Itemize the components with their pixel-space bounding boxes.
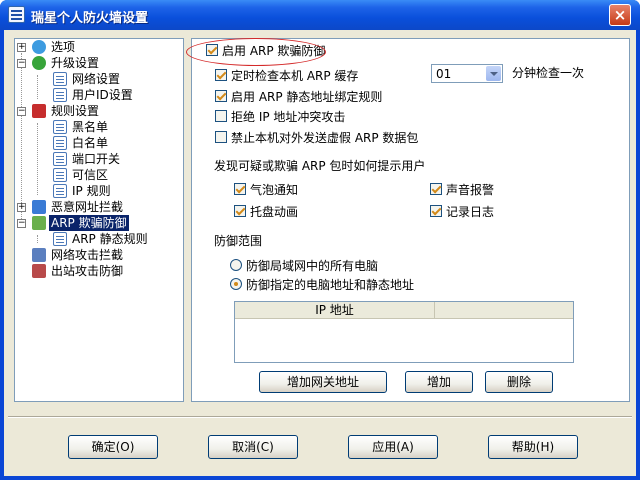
- tree-item-label: 可信区: [72, 168, 109, 182]
- expand-options-icon[interactable]: +: [17, 43, 26, 52]
- scope-label: 防御局域网中的所有电脑: [246, 259, 379, 273]
- settings-tree: + 选项 − 升级设置 网络设置 用户ID设置 − 规则设置 黑名单 白名单 端…: [14, 38, 184, 402]
- block-fake-arp-checkbox[interactable]: [215, 131, 227, 143]
- upgrade-globe-icon: [32, 56, 46, 70]
- close-button[interactable]: ×: [609, 4, 631, 26]
- tree-item-label: 网络设置: [72, 72, 121, 86]
- notify-label: 声音报警: [446, 183, 495, 197]
- ip-address-list[interactable]: IP 地址: [234, 301, 574, 363]
- tree-connector: [37, 235, 38, 243]
- scope-label: 防御指定的电脑地址和静态地址: [246, 278, 415, 292]
- chevron-down-icon[interactable]: [486, 66, 501, 81]
- page-icon: [53, 168, 67, 182]
- reject-ip-conflict-checkbox[interactable]: [215, 110, 227, 122]
- tree-item-label: 端口开关: [72, 152, 121, 166]
- tree-item-label: 网络攻击拦截: [51, 248, 124, 262]
- annotation-ellipse: [186, 38, 326, 66]
- collapse-arp-icon[interactable]: −: [17, 219, 26, 228]
- app-icon: [8, 6, 25, 23]
- option-label: 启用 ARP 静态地址绑定规则: [231, 90, 383, 104]
- apply-button[interactable]: 应用(A): [348, 435, 438, 459]
- tree-item-label: 选项: [51, 40, 76, 54]
- help-button[interactable]: 帮助(H): [488, 435, 578, 459]
- tree-connector: [37, 75, 38, 99]
- dialog-body: + 选项 − 升级设置 网络设置 用户ID设置 − 规则设置 黑名单 白名单 端…: [4, 30, 636, 476]
- balloon-notify-checkbox[interactable]: [234, 183, 246, 195]
- option-label: 禁止本机对外发送虚假 ARP 数据包: [231, 131, 419, 145]
- malicious-url-icon: [32, 200, 46, 214]
- ok-button[interactable]: 确定(O): [68, 435, 158, 459]
- footer-separator: [8, 416, 632, 417]
- window-title: 瑞星个人防火墙设置: [31, 11, 149, 26]
- tree-item-label: 黑名单: [72, 120, 109, 134]
- tree-item-label: IP 规则: [72, 184, 111, 198]
- firewall-settings-window: 瑞星个人防火墙设置 × + 选项 − 升级设置 网络设置 用户ID设置 − 规则…: [0, 0, 640, 480]
- expand-malicious-url-icon[interactable]: +: [17, 203, 26, 212]
- options-gear-icon: [32, 40, 46, 54]
- scope-specified-radio[interactable]: [230, 278, 242, 290]
- outbound-attack-icon: [32, 264, 46, 278]
- scope-heading: 防御范围: [214, 234, 263, 248]
- empty-column-header: [435, 302, 573, 319]
- tree-item-label: 升级设置: [51, 56, 100, 70]
- tree-connector: [21, 53, 22, 219]
- tree-item-label: 白名单: [72, 136, 109, 150]
- tray-animation-checkbox[interactable]: [234, 205, 246, 217]
- delete-button[interactable]: 删除: [485, 371, 553, 393]
- page-icon: [53, 152, 67, 166]
- notify-heading: 发现可疑或欺骗 ARP 包时如何提示用户: [214, 159, 426, 173]
- page-icon: [53, 72, 67, 86]
- page-icon: [53, 184, 67, 198]
- notify-label: 气泡通知: [250, 183, 299, 197]
- check-arp-cache-checkbox[interactable]: [215, 69, 227, 81]
- notify-label: 记录日志: [446, 205, 495, 219]
- add-button[interactable]: 增加: [405, 371, 473, 393]
- cancel-button[interactable]: 取消(C): [208, 435, 298, 459]
- tree-connector: [37, 123, 38, 195]
- log-record-checkbox[interactable]: [430, 205, 442, 217]
- sound-alarm-checkbox[interactable]: [430, 183, 442, 195]
- option-label: 拒绝 IP 地址冲突攻击: [231, 110, 346, 124]
- page-icon: [53, 136, 67, 150]
- notify-label: 托盘动画: [250, 205, 299, 219]
- page-icon: [53, 120, 67, 134]
- collapse-upgrade-icon[interactable]: −: [17, 59, 26, 68]
- page-icon: [53, 232, 67, 246]
- option-label: 定时检查本机 ARP 缓存: [231, 69, 359, 83]
- check-interval-select[interactable]: 01: [431, 64, 503, 83]
- tree-item-label: ARP 欺骗防御: [49, 215, 129, 231]
- tree-item-label: ARP 静态规则: [72, 232, 148, 246]
- network-attack-icon: [32, 248, 46, 262]
- tree-item-label: 恶意网址拦截: [51, 200, 124, 214]
- check-interval-value: 01: [436, 67, 452, 81]
- interval-suffix: 分钟检查一次: [512, 66, 585, 80]
- collapse-rules-icon[interactable]: −: [17, 107, 26, 116]
- rules-firewall-icon: [32, 104, 46, 118]
- tree-item-label: 规则设置: [51, 104, 100, 118]
- title-bar[interactable]: 瑞星个人防火墙设置 ×: [0, 0, 640, 30]
- page-icon: [53, 88, 67, 102]
- add-gateway-button[interactable]: 增加网关地址: [259, 371, 387, 393]
- ip-list-header: IP 地址: [235, 302, 573, 319]
- ip-column-header[interactable]: IP 地址: [235, 302, 435, 319]
- scope-all-lan-radio[interactable]: [230, 259, 242, 271]
- tree-item-label: 出站攻击防御: [51, 264, 124, 278]
- arp-settings-panel: 启用 ARP 欺骗防御 定时检查本机 ARP 缓存 01 分钟检查一次 启用 A…: [191, 38, 630, 402]
- tree-item-label: 用户ID设置: [72, 88, 133, 102]
- static-binding-checkbox[interactable]: [215, 90, 227, 102]
- arp-defense-icon: [32, 216, 46, 230]
